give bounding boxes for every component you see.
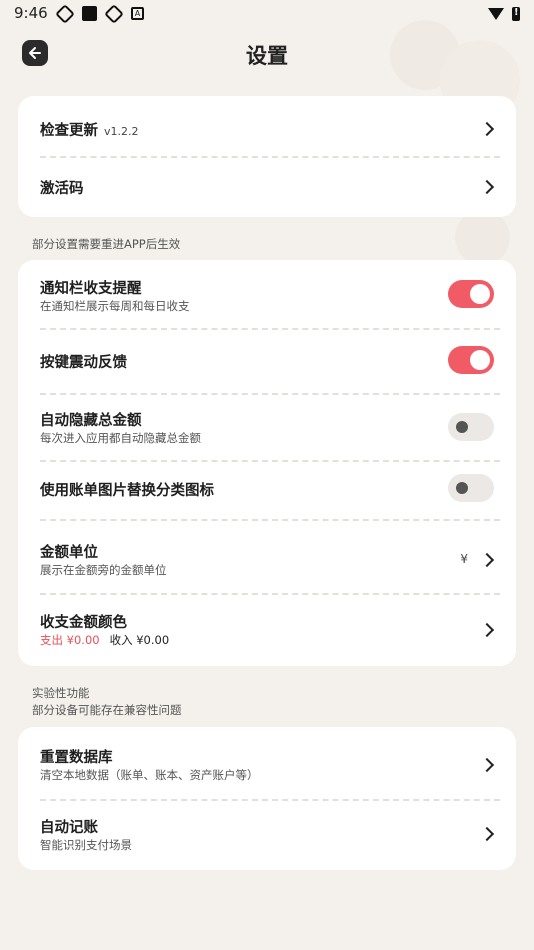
notification-icon	[82, 6, 97, 21]
experimental-card: 重置数据库 清空本地数据（账单、账本、资产账户等） 自动记账 智能识别支付场景	[18, 727, 516, 870]
activation-code-row[interactable]: 激活码	[18, 158, 516, 217]
currency-desc: 展示在金额旁的金额单位	[40, 563, 167, 577]
background-decoration	[455, 210, 510, 265]
toggle-knob	[470, 284, 490, 304]
reset-db-row[interactable]: 重置数据库 清空本地数据（账单、账本、资产账户等）	[18, 727, 516, 799]
auto-record-desc: 智能识别支付场景	[40, 838, 132, 852]
auto-hide-label: 自动隐藏总金额	[40, 413, 142, 429]
toggle-knob	[470, 350, 490, 370]
notify-toggle[interactable]	[448, 280, 494, 308]
notification-icon: A	[131, 7, 144, 20]
restart-note: 部分设置需要重进APP后生效	[32, 237, 181, 251]
income-preview: 收入 ¥0.00	[109, 633, 170, 647]
currency-label: 金额单位	[40, 545, 98, 561]
bill-image-toggle[interactable]	[448, 474, 494, 502]
auto-hide-desc: 每次进入应用都自动隐藏总金额	[40, 431, 201, 445]
chevron-right-icon	[479, 622, 495, 638]
chevron-right-icon	[479, 757, 495, 773]
chevron-right-icon	[479, 121, 495, 137]
amount-color-label: 收支金额颜色	[40, 615, 127, 631]
chevron-right-icon	[479, 826, 495, 842]
experimental-title: 实验性功能	[32, 686, 90, 700]
general-card: 检查更新 v1.2.2 激活码	[18, 96, 516, 217]
reset-db-label: 重置数据库	[40, 750, 113, 766]
auto-record-label: 自动记账	[40, 820, 98, 836]
check-update-label: 检查更新	[40, 123, 98, 139]
auto-hide-toggle[interactable]	[448, 413, 494, 441]
auto-hide-row[interactable]: 自动隐藏总金额 每次进入应用都自动隐藏总金额	[18, 393, 516, 461]
status-bar: 9:46 A	[0, 0, 534, 30]
chevron-right-icon	[479, 179, 495, 195]
notify-desc: 在通知栏展示每周和每日收支	[40, 299, 190, 313]
haptic-label: 按键震动反馈	[40, 355, 127, 371]
reset-db-desc: 清空本地数据（账单、账本、资产账户等）	[40, 768, 259, 782]
experimental-section-header: 实验性功能 部分设备可能存在兼容性问题	[32, 685, 182, 719]
notify-label: 通知栏收支提醒	[40, 281, 142, 297]
check-update-row[interactable]: 检查更新 v1.2.2	[18, 96, 516, 158]
toggle-knob	[456, 421, 468, 433]
chevron-right-icon	[479, 552, 495, 568]
settings-card: 通知栏收支提醒 在通知栏展示每周和每日收支 按键震动反馈 自动隐藏总金额 每次进…	[18, 260, 516, 666]
amount-color-preview: 支出 ¥0.00 收入 ¥0.00	[40, 632, 169, 648]
currency-row[interactable]: 金额单位 展示在金额旁的金额单位 ¥	[18, 519, 516, 593]
currency-value: ¥	[460, 552, 468, 566]
version-text: v1.2.2	[104, 125, 139, 138]
toggle-knob	[456, 482, 468, 494]
activation-code-label: 激活码	[40, 181, 84, 197]
haptic-toggle[interactable]	[448, 346, 494, 374]
notify-row[interactable]: 通知栏收支提醒 在通知栏展示每周和每日收支	[18, 260, 516, 328]
wifi-icon	[488, 8, 504, 20]
amount-color-row[interactable]: 收支金额颜色 支出 ¥0.00 收入 ¥0.00	[18, 593, 516, 666]
auto-record-row[interactable]: 自动记账 智能识别支付场景	[18, 799, 516, 870]
experimental-note: 部分设备可能存在兼容性问题	[32, 703, 182, 717]
notification-icon	[104, 3, 124, 24]
bill-image-label: 使用账单图片替换分类图标	[40, 483, 214, 499]
status-time: 9:46	[14, 4, 48, 22]
bill-image-row[interactable]: 使用账单图片替换分类图标	[18, 460, 516, 520]
battery-icon	[512, 7, 520, 21]
status-system-icons	[488, 7, 520, 21]
status-notification-icons: A	[55, 3, 144, 24]
expense-preview: 支出 ¥0.00	[40, 633, 100, 647]
page-title: 设置	[246, 44, 288, 68]
haptic-row[interactable]: 按键震动反馈	[18, 328, 516, 392]
notification-icon	[55, 3, 75, 24]
